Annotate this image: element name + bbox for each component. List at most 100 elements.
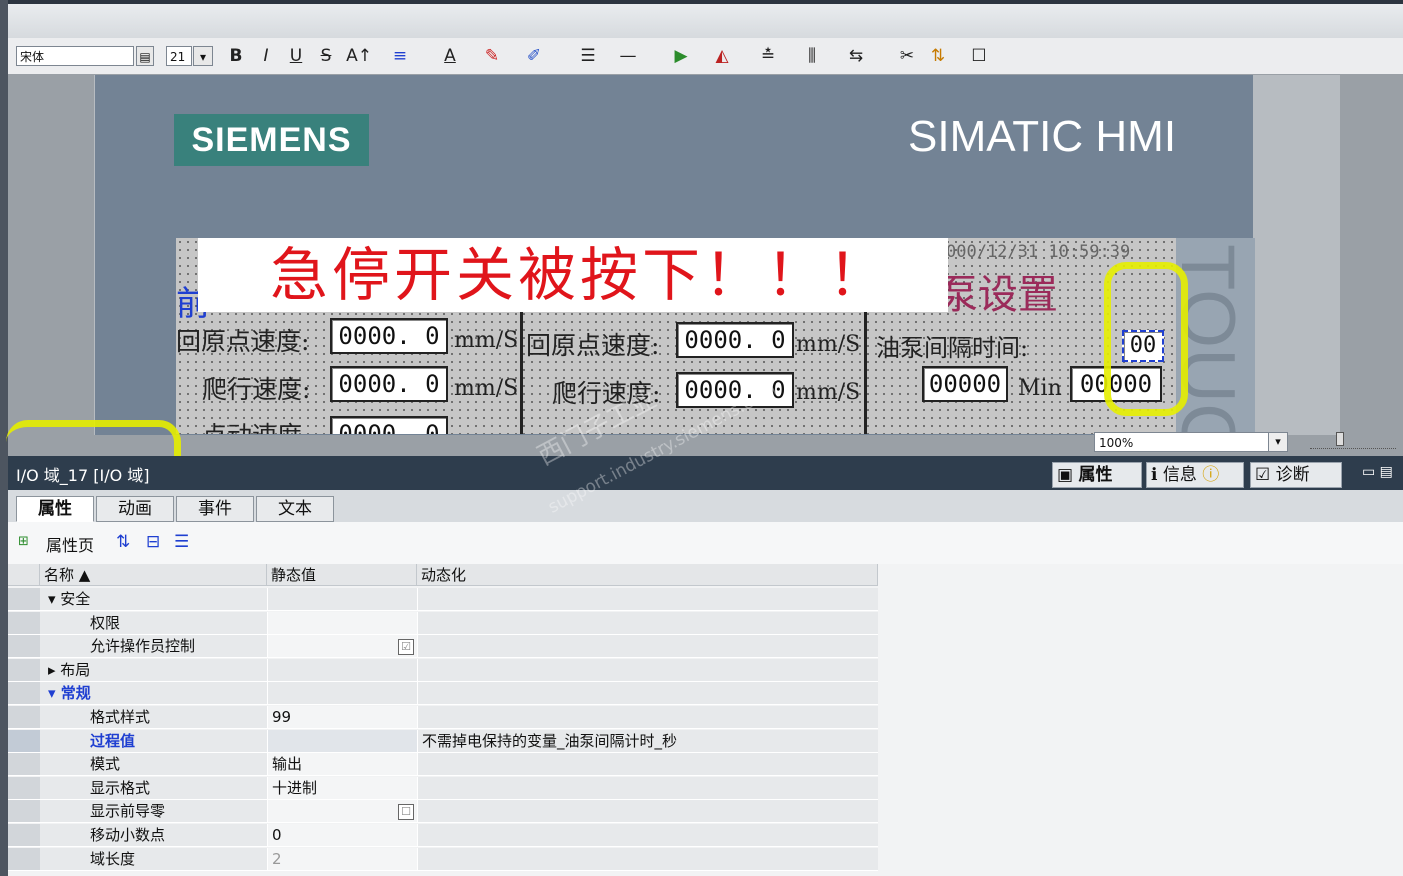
row-gutter (8, 753, 40, 777)
home-speed-field[interactable]: 0000. 0 (330, 318, 448, 354)
line-color-icon[interactable]: ✐ (520, 44, 548, 68)
property-page-icon[interactable]: ⊞ (18, 534, 29, 549)
align-objects-icon[interactable]: ≛ (754, 44, 782, 68)
siemens-logo: SIEMENS (174, 114, 369, 166)
rotate-icon[interactable]: ◭ (708, 44, 736, 68)
pump-interval-field[interactable]: 00000 (922, 366, 1008, 402)
bold-button[interactable]: B (226, 44, 246, 68)
property-dynamic-value[interactable] (417, 824, 878, 847)
tab-events[interactable]: 事件 (176, 496, 254, 522)
line-width-icon[interactable]: — (614, 44, 642, 68)
table-row[interactable]: 允许操作员控制 ☑ (8, 635, 878, 659)
property-dynamic-value[interactable] (417, 635, 878, 659)
property-static-value[interactable]: 十进制 (267, 776, 417, 800)
tab-info[interactable]: ℹ 信息 ⓘ (1146, 462, 1244, 488)
table-row[interactable]: ▸ 布局 (8, 658, 878, 683)
property-dynamic-value[interactable] (417, 706, 878, 729)
property-name: 模式 (40, 753, 267, 777)
pump-interval-unit: Min (1018, 376, 1062, 401)
table-row[interactable]: 权限 (8, 611, 878, 636)
table-row[interactable]: 显示格式 十进制 (8, 776, 878, 801)
property-static-value[interactable]: 99 (267, 706, 417, 729)
tab-animation[interactable]: 动画 (96, 496, 174, 522)
row-gutter (8, 658, 40, 682)
line-style-icon[interactable]: ☰ (574, 44, 602, 68)
checkbox[interactable]: ☐ (398, 803, 414, 820)
pump-interval-label: 油泵间隔时间: (876, 334, 1029, 362)
column-header-name[interactable]: 名称 ▲ (40, 564, 267, 586)
font-name-field[interactable]: 宋体 (16, 46, 134, 66)
checkbox[interactable]: ☑ (398, 638, 414, 655)
crawl-speed-label: 爬行速度: (202, 375, 311, 404)
table-row[interactable]: 显示前导零 ☐ (8, 800, 878, 824)
tab-diagnostics[interactable]: ☑ 诊断 (1250, 462, 1342, 488)
tab-order-icon[interactable]: ⇅ (924, 44, 952, 68)
zoom-field[interactable]: 100% (1094, 432, 1288, 452)
font-grow-button[interactable]: A↑ (342, 44, 376, 68)
flip-icon[interactable]: ⇆ (842, 44, 870, 68)
home-speed-field-2[interactable]: 0000. 0 (676, 322, 794, 358)
property-static-value[interactable] (267, 611, 417, 635)
property-dynamic-value[interactable] (417, 847, 878, 871)
list-icon[interactable]: ☰ (174, 532, 189, 552)
table-row[interactable]: 移动小数点 0 (8, 824, 878, 848)
slider-handle[interactable] (1336, 432, 1344, 446)
property-dynamic-value[interactable] (417, 776, 878, 800)
property-name: 格式样式 (40, 706, 267, 729)
row-gutter (8, 824, 40, 847)
property-page-label[interactable]: 属性页 (46, 532, 94, 556)
table-row[interactable]: 过程值 不需掉电保持的变量_油泵间隔计时_秒 (8, 729, 878, 754)
row-gutter (8, 776, 40, 800)
property-static-value[interactable] (267, 588, 417, 611)
tab-properties[interactable]: ▣ 属性 (1052, 462, 1142, 488)
column-header-static[interactable]: 静态值 (267, 564, 417, 586)
property-static-value[interactable] (267, 729, 417, 753)
strikethrough-button[interactable]: S (316, 44, 336, 68)
table-row[interactable]: 域长度 2 (8, 847, 878, 872)
font-color-button[interactable]: A (436, 44, 464, 68)
property-dynamic-value[interactable]: 不需掉电保持的变量_油泵间隔计时_秒 (417, 729, 878, 753)
table-row[interactable]: 模式 输出 (8, 753, 878, 777)
column-header-dynamic[interactable]: 动态化 (417, 564, 878, 586)
italic-button[interactable]: I (256, 44, 276, 68)
crawl-speed-unit-2: mm/S (796, 380, 861, 405)
table-row[interactable]: ▾ 安全 (8, 588, 878, 612)
align-button[interactable]: ≡ (386, 44, 414, 68)
chevron-down-icon[interactable]: ▾ (193, 46, 213, 66)
column-header-blank (8, 564, 40, 586)
fill-color-icon[interactable]: ✎ (478, 44, 506, 68)
crawl-speed-field[interactable]: 0000. 0 (330, 366, 448, 402)
property-static-value[interactable] (267, 658, 417, 682)
underline-button[interactable]: U (286, 44, 306, 68)
chevron-down-icon[interactable]: ▾ (1268, 433, 1287, 451)
property-dynamic-value[interactable] (417, 682, 878, 706)
zoom-area-icon[interactable]: ☐ (968, 44, 990, 68)
font-picker-icon[interactable]: ▤ (136, 46, 154, 66)
property-dynamic-value[interactable] (417, 753, 878, 777)
zoom-slider[interactable] (1310, 432, 1396, 449)
format-painter-icon[interactable]: ✂ (894, 44, 920, 68)
property-dynamic-value[interactable] (417, 658, 878, 682)
tab-texts[interactable]: 文本 (256, 496, 334, 522)
sort-icon[interactable]: ⇅ (116, 532, 130, 552)
distribute-icon[interactable]: ⫼ (798, 44, 826, 68)
property-static-value[interactable]: 2 (267, 847, 417, 871)
property-dynamic-value[interactable] (417, 800, 878, 824)
property-dynamic-value[interactable] (417, 611, 878, 635)
property-static-value[interactable]: 0 (267, 824, 417, 847)
group-icon[interactable]: ⊟ (146, 532, 160, 552)
property-static-value[interactable] (267, 682, 417, 706)
table-row[interactable]: 格式样式 99 (8, 706, 878, 730)
home-speed-label: 回原点速度: (176, 327, 310, 356)
table-row[interactable]: ▾ 常规 (8, 682, 878, 706)
property-static-value[interactable]: ☐ (267, 800, 417, 824)
font-size-field[interactable]: 21 (166, 46, 192, 66)
tab-properties-inner[interactable]: 属性 (16, 496, 94, 522)
bring-front-icon[interactable]: ▶ (668, 44, 694, 68)
window-restore-icon[interactable]: ▭ ▤ (1362, 464, 1393, 480)
property-dynamic-value[interactable] (417, 588, 878, 611)
property-static-value[interactable]: ☑ (267, 635, 417, 659)
property-static-value[interactable]: 输出 (267, 753, 417, 777)
jog-speed-field[interactable]: 0000. 0 (330, 416, 448, 434)
row-gutter (8, 635, 40, 659)
